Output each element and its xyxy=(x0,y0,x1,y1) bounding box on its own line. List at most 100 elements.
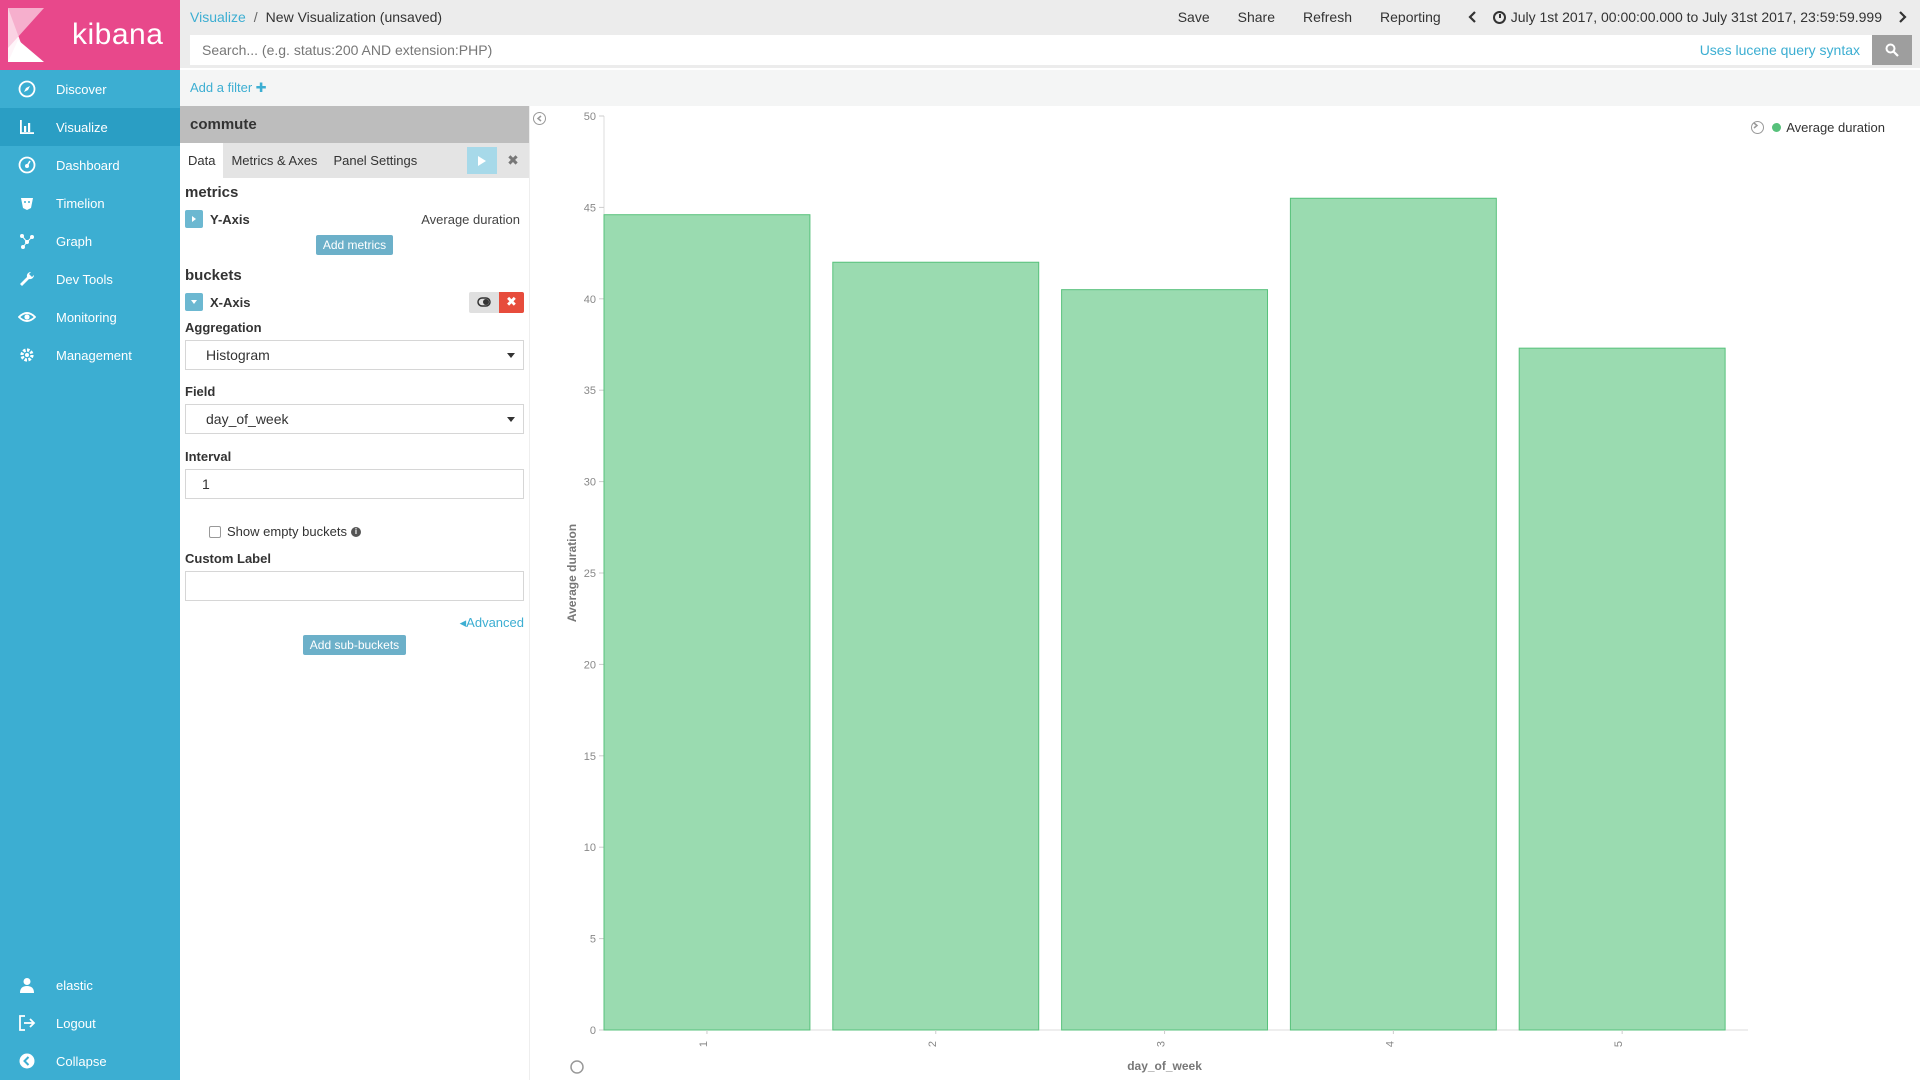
tab-data[interactable]: Data xyxy=(180,143,224,178)
bucket-agg-row: X-Axis ✖ xyxy=(185,290,524,314)
show-empty-buckets-checkbox[interactable] xyxy=(209,525,221,538)
field-select[interactable]: day_of_week xyxy=(185,404,524,434)
sidebar-item-collapse[interactable]: Collapse xyxy=(0,1042,180,1080)
search-button[interactable] xyxy=(1872,35,1912,65)
add-sub-buckets-button[interactable]: Add sub-buckets xyxy=(302,635,407,655)
interval-input[interactable]: 1 xyxy=(185,469,524,499)
chart-legend[interactable]: Average duration xyxy=(1751,120,1885,135)
nav-item-label: Collapse xyxy=(56,1053,107,1069)
breadcrumb-visualize-link[interactable]: Visualize xyxy=(190,9,246,25)
sidebar-item-dashboard[interactable]: Dashboard xyxy=(0,146,180,184)
y-tick-label: 45 xyxy=(584,202,596,214)
x-tick-label: 3 xyxy=(1156,1041,1168,1047)
bar-1 xyxy=(603,214,811,1031)
breadcrumb-separator: / xyxy=(253,9,258,25)
tab-metrics-axes[interactable]: Metrics & Axes xyxy=(223,143,325,178)
save-button[interactable]: Save xyxy=(1164,9,1224,25)
dashboard-icon xyxy=(16,155,38,175)
bar-chart: 051015202530354045501 2 3 4 5Average duratio… xyxy=(565,111,1748,1074)
nav-item-label: Dev Tools xyxy=(56,271,113,287)
y-tick-label: 5 xyxy=(590,934,596,946)
nav-item-label: Discover xyxy=(56,81,107,97)
bottom-nav: elastic Logout Collapse xyxy=(0,966,180,1080)
bar-5 xyxy=(1518,347,1726,1031)
sidebar: kibana Discover Visualize Dashboard Timelio… xyxy=(0,0,180,1080)
timelion-icon xyxy=(16,193,38,213)
compass-icon xyxy=(16,79,38,99)
discard-changes-button[interactable]: ✖ xyxy=(501,147,525,174)
nav-item-label: Visualize xyxy=(56,119,108,135)
metrics-section-title: metrics xyxy=(185,184,239,201)
sidebar-item-monitoring[interactable]: Monitoring xyxy=(0,298,180,336)
nav-item-label: Logout xyxy=(56,1015,96,1031)
caret-down-icon xyxy=(191,300,197,304)
search-row: Uses lucene query syntax xyxy=(180,34,1920,68)
info-icon[interactable]: i xyxy=(350,526,361,537)
toggle-icon xyxy=(477,297,491,307)
kibana-wordmark: kibana xyxy=(72,18,164,51)
chart-area: 0 5 10 15 20 25 30 35 40 45 50 1 2 3 4 5 Average duratio… xyxy=(540,106,1920,1080)
aggregation-select[interactable]: Histogram xyxy=(185,340,524,370)
add-metrics-button[interactable]: Add metrics xyxy=(315,235,394,255)
wrench-icon xyxy=(16,269,38,289)
toggle-agg-button[interactable] xyxy=(469,291,499,313)
gear-icon xyxy=(16,345,38,365)
time-forward-chevron-icon[interactable] xyxy=(1886,11,1920,23)
sidebar-item-logout[interactable]: Logout xyxy=(0,1004,180,1042)
y-tick-label: 30 xyxy=(584,477,596,489)
sidebar-item-timelion[interactable]: Timelion xyxy=(0,184,180,222)
bucket-agg-label: X-Axis xyxy=(210,294,251,310)
advanced-link: Advanced xyxy=(466,615,524,630)
eye-icon xyxy=(16,307,38,327)
add-filter-link[interactable]: Add a filter ✚ xyxy=(190,80,267,96)
tab-panel-settings[interactable]: Panel Settings xyxy=(325,143,425,178)
custom-label-input[interactable] xyxy=(185,571,524,601)
show-empty-buckets-row: Show empty buckets i xyxy=(209,524,529,539)
sidebar-item-discover[interactable]: Discover xyxy=(0,70,180,108)
kibana-logo[interactable]: kibana xyxy=(0,0,180,70)
play-icon xyxy=(478,155,486,166)
nav-item-label: Graph xyxy=(56,233,93,249)
y-axis-title: Average duration xyxy=(565,524,579,622)
breadcrumb: Visualize / New Visualization (unsaved) xyxy=(180,9,442,25)
nav-item-label: Dashboard xyxy=(56,157,120,173)
x-tick-label: 5 xyxy=(1613,1041,1625,1047)
sidebar-item-dev-tools[interactable]: Dev Tools xyxy=(0,260,180,298)
legend-toggle-icon[interactable] xyxy=(1751,121,1765,134)
y-tick-label: 50 xyxy=(584,111,596,123)
expand-metric-button[interactable] xyxy=(185,210,203,228)
index-pattern-title: commute xyxy=(180,106,529,143)
field-label: Field xyxy=(185,384,216,399)
sidebar-item-graph[interactable]: Graph xyxy=(0,222,180,260)
collapse-chart-options-icon xyxy=(570,1060,584,1074)
aggregation-value: Histogram xyxy=(206,347,270,363)
y-tick-label: 15 xyxy=(584,751,596,763)
collapse-bucket-button[interactable] xyxy=(185,293,203,311)
search-input[interactable] xyxy=(202,42,1700,58)
y-tick-label: 10 xyxy=(584,842,596,854)
bar-2 xyxy=(832,261,1040,1031)
select-caret-icon xyxy=(507,353,515,358)
show-empty-buckets-label: Show empty buckets xyxy=(227,524,347,539)
main-nav: Discover Visualize Dashboard Timelion Graph D… xyxy=(0,70,180,374)
time-picker[interactable]: July 1st 2017, 00:00:00.000 to July 31st… xyxy=(1489,9,1886,25)
collapse-icon xyxy=(16,1051,38,1071)
custom-label-label: Custom Label xyxy=(185,551,271,566)
refresh-button[interactable]: Refresh xyxy=(1289,9,1366,25)
time-back-chevron-icon[interactable] xyxy=(1455,11,1489,23)
share-button[interactable]: Share xyxy=(1224,9,1289,25)
nav-item-label: Timelion xyxy=(56,195,105,211)
buckets-section-title: buckets xyxy=(185,267,242,284)
clock-icon xyxy=(1492,10,1506,24)
advanced-toggle[interactable]: ◂Advanced xyxy=(180,615,524,631)
sidebar-item-visualize[interactable]: Visualize xyxy=(0,108,180,146)
sidebar-item-elastic[interactable]: elastic xyxy=(0,966,180,1004)
apply-changes-button[interactable] xyxy=(467,147,497,174)
reporting-button[interactable]: Reporting xyxy=(1366,9,1455,25)
lucene-syntax-link[interactable]: Uses lucene query syntax xyxy=(1700,42,1872,58)
sidebar-item-management[interactable]: Management xyxy=(0,336,180,374)
editor-tabs: Data Metrics & Axes Panel Settings ✖ xyxy=(180,143,529,178)
logout-icon xyxy=(16,1013,38,1033)
bar-4 xyxy=(1289,197,1497,1031)
remove-agg-button[interactable]: ✖ xyxy=(499,291,524,313)
